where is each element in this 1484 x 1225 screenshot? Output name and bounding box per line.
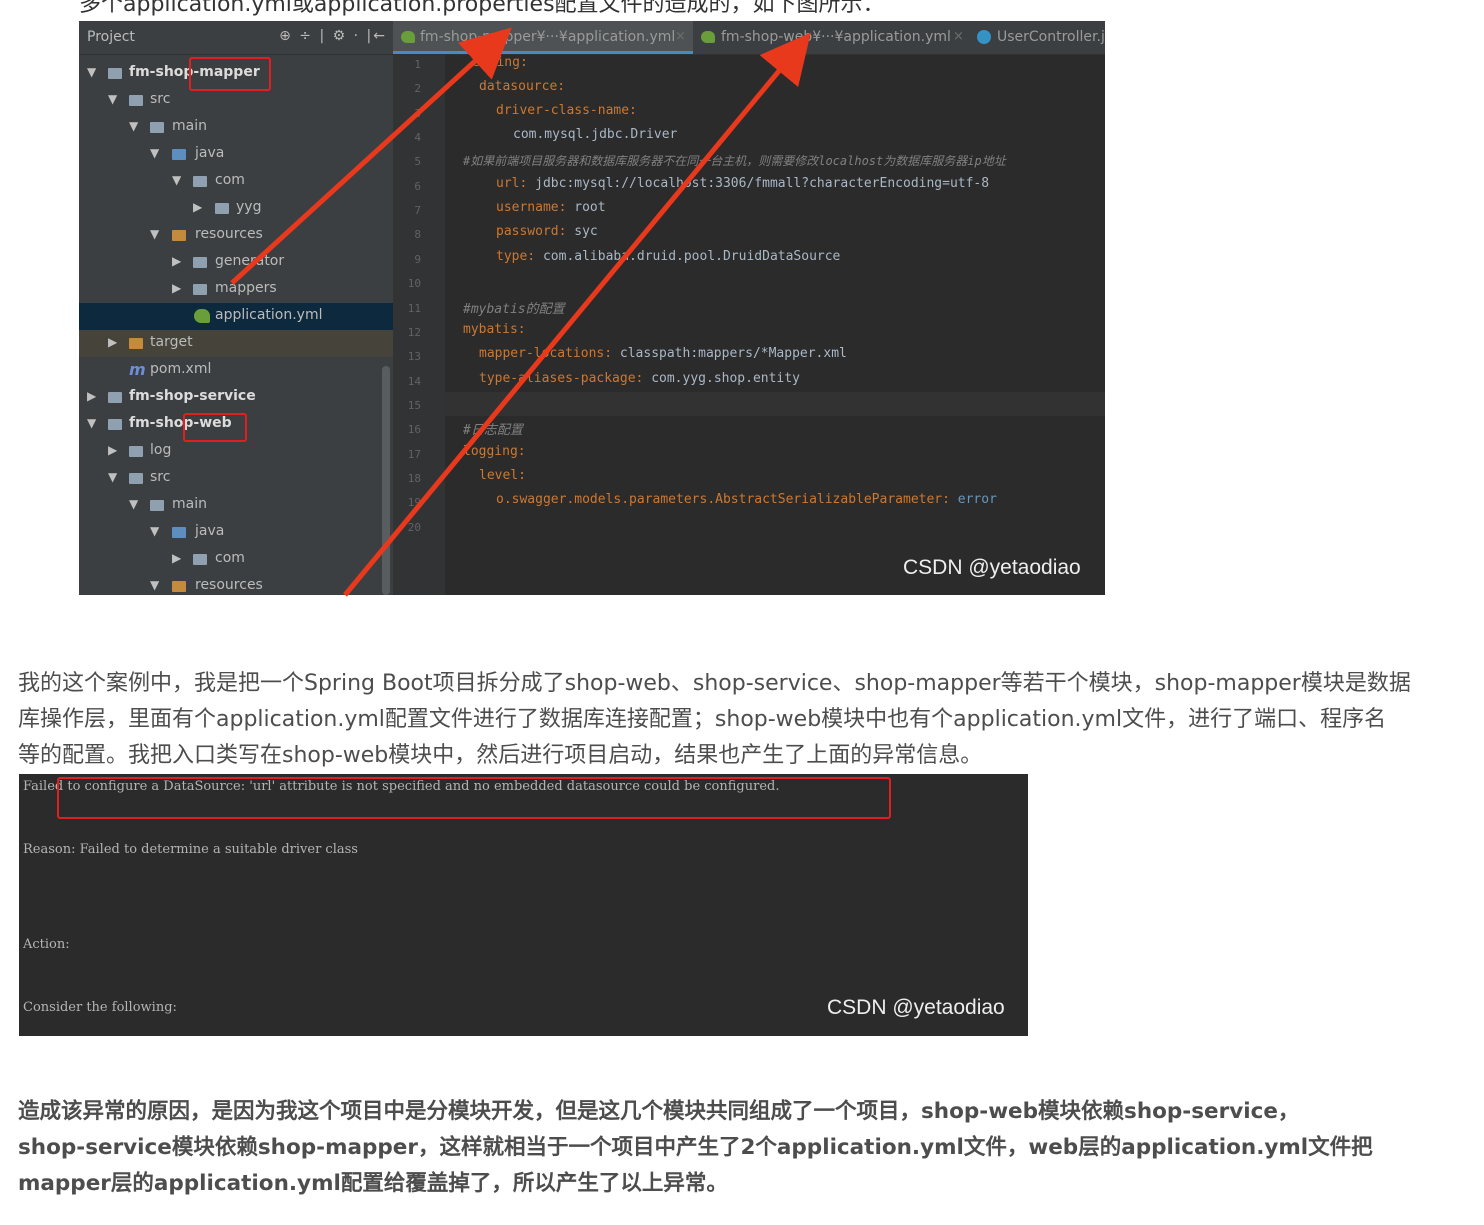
arrow-to-web-tab: [343, 32, 811, 597]
paragraph-cause: 造成该异常的原因，是因为我这个项目中是分模块开发，但是这几个模块共同组成了一个项…: [18, 1094, 1373, 1202]
paragraph-line: 等的配置。我把入口类写在shop-web模块中，然后进行项目启动，结果也产生了上…: [18, 743, 983, 768]
paragraph-line: mapper层的application.yml配置给覆盖掉了，所以产生了以上异常…: [18, 1171, 728, 1196]
highlight-box-error: [57, 777, 891, 819]
watermark: CSDN @yetaodiao: [827, 996, 1005, 1019]
paragraph-line: shop-service模块依赖shop-mapper，这样就相当于一个项目中产…: [18, 1135, 1373, 1160]
paragraph-line: 库操作层，里面有个application.yml配置文件进行了数据库连接配置；s…: [18, 707, 1387, 732]
console-line-consider: Consider the following:: [23, 1000, 177, 1015]
paragraph-line: 造成该异常的原因，是因为我这个项目中是分模块开发，但是这几个模块共同组成了一个项…: [18, 1099, 1300, 1124]
arrow-to-mapper-tab: [230, 27, 512, 285]
console-line-reason: Reason: Failed to determine a suitable d…: [23, 842, 358, 857]
paragraph-intro: 我的这个案例中，我是把一个Spring Boot项目拆分成了shop-web、s…: [18, 666, 1411, 774]
console-line-action: Action:: [23, 937, 70, 952]
paragraph-line: 我的这个案例中，我是把一个Spring Boot项目拆分成了shop-web、s…: [18, 671, 1411, 696]
annotation-arrows: [230, 27, 811, 597]
